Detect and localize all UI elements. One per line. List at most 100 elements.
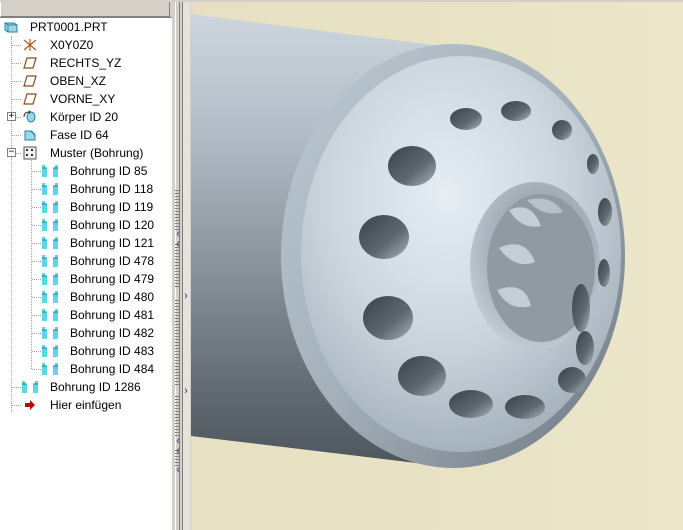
tree-item-root[interactable]: PRT0001.PRT bbox=[0, 18, 172, 36]
tree-item-oben-xz[interactable]: OBEN_XZ bbox=[0, 72, 172, 90]
tree-item-hier-einf-gen[interactable]: Hier einfügen bbox=[0, 396, 172, 414]
hole-icon bbox=[42, 290, 58, 304]
tree-item-label: Bohrung ID 480 bbox=[70, 290, 155, 304]
tree-item-x0y0z0[interactable]: X0Y0Z0 bbox=[0, 36, 172, 54]
face-hole bbox=[505, 395, 545, 419]
datum-plane-icon bbox=[22, 92, 38, 106]
face-hole bbox=[576, 331, 594, 365]
tree-item-bohrung-id-483[interactable]: Bohrung ID 483 bbox=[0, 342, 172, 360]
model-tree-header bbox=[0, 0, 172, 18]
tree-item-bohrung-id-120[interactable]: Bohrung ID 120 bbox=[0, 216, 172, 234]
hole-icon bbox=[42, 254, 58, 268]
face-hole bbox=[587, 154, 599, 174]
tree-item-label: Bohrung ID 1286 bbox=[50, 380, 141, 394]
tree-item-muster-bohrung[interactable]: − Muster (Bohrung) bbox=[0, 144, 172, 162]
hole-icon bbox=[42, 362, 58, 376]
tree-item-label: Bohrung ID 484 bbox=[70, 362, 155, 376]
expand-node-icon[interactable]: + bbox=[7, 112, 16, 121]
tree-item-bohrung-id-479[interactable]: Bohrung ID 479 bbox=[0, 270, 172, 288]
tree-item-vorne-xy[interactable]: VORNE_XY bbox=[0, 90, 172, 108]
hole-icon bbox=[42, 218, 58, 232]
tree-item-bohrung-id-85[interactable]: Bohrung ID 85 bbox=[0, 162, 172, 180]
collapse-left-arrow-icon[interactable]: ‹ bbox=[173, 464, 183, 477]
part-icon bbox=[3, 20, 19, 34]
model-tree-panel[interactable]: PRT0001.PRT X0Y0Z0 RECHTS_YZ OBEN_XZ VORNE_… bbox=[0, 0, 173, 530]
tree-item-label: Bohrung ID 481 bbox=[70, 308, 155, 322]
tree-item-label: Bohrung ID 483 bbox=[70, 344, 155, 358]
insert-here-arrow-icon bbox=[22, 398, 38, 412]
face-hole bbox=[363, 296, 413, 340]
face-hole bbox=[398, 356, 446, 396]
tree-item-bohrung-id-121[interactable]: Bohrung ID 121 bbox=[0, 234, 172, 252]
hole-icon bbox=[42, 182, 58, 196]
face-hole bbox=[598, 198, 612, 226]
face-hole bbox=[598, 259, 610, 287]
revolve-feature-icon bbox=[22, 110, 38, 124]
tree-item-fase-id-64[interactable]: Fase ID 64 bbox=[0, 126, 172, 144]
hole-icon bbox=[42, 326, 58, 340]
expand-right-arrow-icon[interactable]: › bbox=[181, 385, 191, 398]
face-hole bbox=[359, 215, 409, 259]
tree-item-label: Bohrung ID 118 bbox=[70, 182, 154, 196]
tree-item-label: Bohrung ID 85 bbox=[70, 164, 148, 178]
collapse-left-arrow-icon[interactable]: ‹ bbox=[173, 445, 183, 458]
window-top-border bbox=[0, 0, 683, 2]
expand-right-arrow-icon[interactable]: › bbox=[181, 290, 191, 303]
face-hole bbox=[558, 367, 586, 393]
tree-item-label: Bohrung ID 121 bbox=[70, 236, 155, 250]
hole-icon bbox=[22, 380, 38, 394]
splitter-grip-dots bbox=[175, 396, 180, 436]
face-hole bbox=[552, 120, 572, 140]
hole-icon bbox=[42, 236, 58, 250]
pattern-icon bbox=[22, 146, 38, 160]
model-tree-column-header[interactable] bbox=[0, 0, 170, 17]
tree-item-label: Bohrung ID 478 bbox=[70, 254, 155, 268]
splitter-grip-right[interactable] bbox=[182, 0, 190, 530]
collapse-left-arrow-icon[interactable]: ‹ bbox=[173, 238, 183, 251]
tree-item-bohrung-id-478[interactable]: Bohrung ID 478 bbox=[0, 252, 172, 270]
splitter-grip-dots bbox=[175, 300, 180, 385]
datum-plane-icon bbox=[22, 56, 38, 70]
hole-icon bbox=[42, 272, 58, 286]
collapse-node-icon[interactable]: − bbox=[7, 148, 16, 157]
face-hole bbox=[501, 101, 531, 121]
tree-item-bohrung-id-118[interactable]: Bohrung ID 118 bbox=[0, 180, 172, 198]
tree-item-bohrung-id-1286[interactable]: Bohrung ID 1286 bbox=[0, 378, 172, 396]
tree-item-label: Fase ID 64 bbox=[50, 128, 109, 142]
face-hole bbox=[449, 390, 493, 418]
tree-item-label: Bohrung ID 119 bbox=[70, 200, 154, 214]
tree-item-bohrung-id-119[interactable]: Bohrung ID 119 bbox=[0, 198, 172, 216]
hole-icon bbox=[42, 308, 58, 322]
tree-item-label: Hier einfügen bbox=[50, 398, 122, 412]
tree-item-label: Bohrung ID 479 bbox=[70, 272, 155, 286]
tree-item-label: X0Y0Z0 bbox=[50, 38, 94, 52]
tree-item-label: PRT0001.PRT bbox=[30, 20, 108, 34]
tree-item-bohrung-id-481[interactable]: Bohrung ID 481 bbox=[0, 306, 172, 324]
graphics-viewport[interactable] bbox=[191, 0, 683, 530]
tree-item-bohrung-id-484[interactable]: Bohrung ID 484 bbox=[0, 360, 172, 378]
part-3d-model[interactable] bbox=[191, 0, 683, 530]
panel-splitter[interactable]: ‹ ‹ › › ‹ ‹ ‹ bbox=[172, 0, 191, 530]
tree-item-k-rper-id-20[interactable]: + Körper ID 20 bbox=[0, 108, 172, 126]
hole-icon bbox=[42, 200, 58, 214]
tree-item-label: Bohrung ID 482 bbox=[70, 326, 155, 340]
coordinate-system-icon bbox=[22, 38, 38, 52]
tree-item-rechts-yz[interactable]: RECHTS_YZ bbox=[0, 54, 172, 72]
hole-icon bbox=[42, 344, 58, 358]
face-hole bbox=[388, 146, 436, 186]
tree-item-label: Muster (Bohrung) bbox=[50, 146, 144, 160]
splitter-grip-dots bbox=[175, 190, 180, 230]
tree-item-label: RECHTS_YZ bbox=[50, 56, 122, 70]
chamfer-icon bbox=[22, 128, 38, 142]
face-hole bbox=[572, 284, 590, 332]
model-tree-list: PRT0001.PRT X0Y0Z0 RECHTS_YZ OBEN_XZ VORNE_… bbox=[0, 18, 172, 414]
tree-item-label: Körper ID 20 bbox=[50, 110, 119, 124]
hole-icon bbox=[42, 164, 58, 178]
tree-item-bohrung-id-480[interactable]: Bohrung ID 480 bbox=[0, 288, 172, 306]
tree-item-bohrung-id-482[interactable]: Bohrung ID 482 bbox=[0, 324, 172, 342]
tree-item-label: VORNE_XY bbox=[50, 92, 116, 106]
tree-item-label: OBEN_XZ bbox=[50, 74, 107, 88]
application-window: PRT0001.PRT X0Y0Z0 RECHTS_YZ OBEN_XZ VORNE_… bbox=[0, 0, 683, 530]
tree-item-label: Bohrung ID 120 bbox=[70, 218, 155, 232]
datum-plane-icon bbox=[22, 74, 38, 88]
